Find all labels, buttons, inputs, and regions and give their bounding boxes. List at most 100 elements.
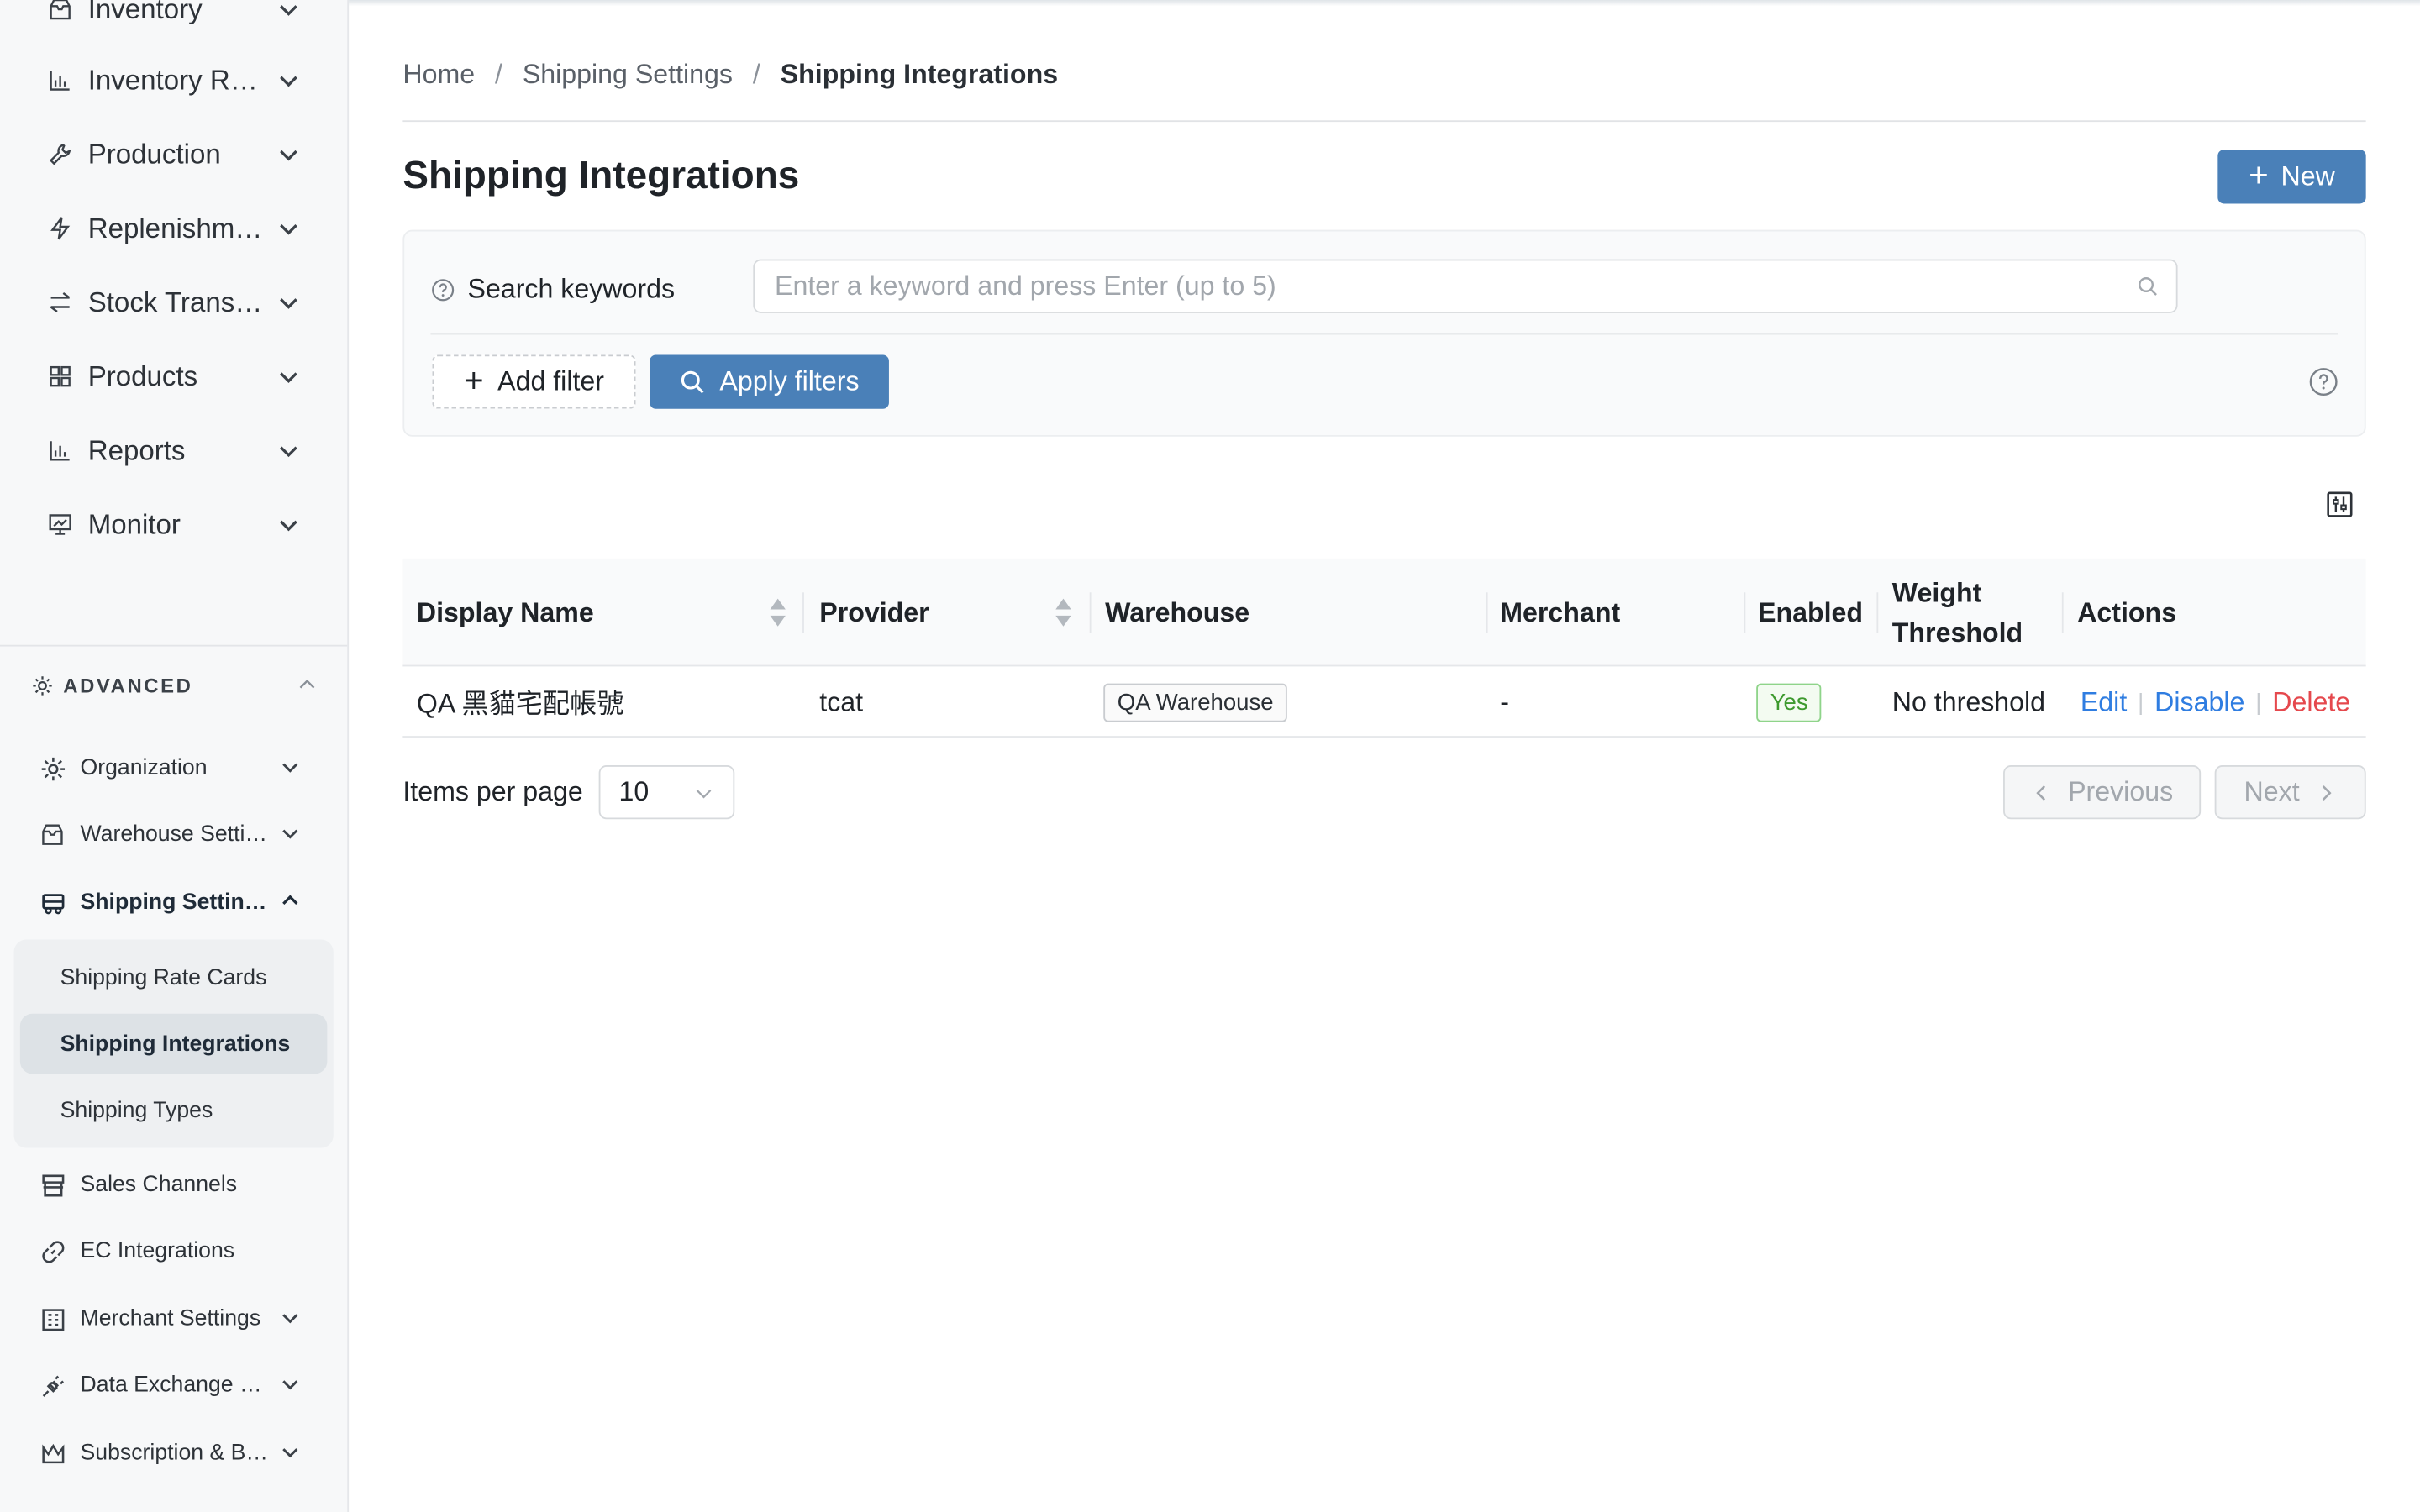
sidebar-item-label: Shipping Settings xyxy=(80,890,269,916)
link-icon xyxy=(39,1237,66,1265)
column-header-actions: Actions xyxy=(2077,559,2176,667)
submenu-item-shipping-integrations[interactable]: Shipping Integrations xyxy=(19,1013,328,1074)
sidebar-item-label: Sales Channels xyxy=(80,1172,238,1198)
page-title: Shipping Integrations xyxy=(402,154,800,198)
plus-icon: + xyxy=(2249,155,2269,194)
sidebar-item-stock-transfers[interactable]: Stock Transfers xyxy=(46,279,301,325)
disable-link[interactable]: Disable xyxy=(2154,685,2244,718)
column-header-weight-threshold: Weight Threshold xyxy=(1892,559,2023,667)
sidebar-item-merchant-settings[interactable]: Merchant Settings xyxy=(39,1299,301,1340)
sidebar-item-inventory[interactable]: Inventory xyxy=(46,0,301,33)
sidebar-item-subscription[interactable]: Subscription & Billing xyxy=(39,1433,301,1473)
cell-merchant: - xyxy=(1500,685,1509,717)
sidebar-item-replenishment[interactable]: Replenishment xyxy=(46,205,301,251)
sort-icon[interactable] xyxy=(769,597,787,628)
sidebar-item-products[interactable]: Products xyxy=(46,354,301,400)
column-header-enabled: Enabled xyxy=(1758,559,1863,667)
sidebar-item-monitor[interactable]: Monitor xyxy=(46,501,301,548)
sidebar-item-reports[interactable]: Reports xyxy=(46,428,301,474)
chevron-left-icon xyxy=(2036,785,2045,801)
chevron-down-icon xyxy=(280,223,297,235)
sidebar-item-ec-integrations[interactable]: EC Integrations xyxy=(39,1231,301,1272)
apply-filters-label: Apply filters xyxy=(719,365,860,397)
edit-link[interactable]: Edit xyxy=(2081,685,2127,718)
bar-chart-icon xyxy=(46,66,74,94)
submenu-item-shipping-rate-cards[interactable]: Shipping Rate Cards xyxy=(20,948,328,1008)
column-header-label: Provider xyxy=(819,596,929,628)
column-settings-icon[interactable] xyxy=(2326,491,2354,518)
advanced-section-header[interactable]: ADVANCED xyxy=(31,669,324,701)
sort-icon[interactable] xyxy=(1054,597,1072,628)
breadcrumb-current: Shipping Integrations xyxy=(780,58,1059,90)
next-button[interactable]: Next xyxy=(2214,765,2366,820)
crown-icon xyxy=(39,1440,66,1467)
sidebar-item-sales-channels[interactable]: Sales Channels xyxy=(39,1165,301,1205)
chevron-down-icon xyxy=(280,372,297,384)
sidebar-item-label: Inventory xyxy=(87,0,203,24)
sidebar-item-production[interactable]: Production xyxy=(46,131,301,177)
sidebar-item-label: Data Exchange Settings xyxy=(80,1373,269,1399)
items-per-page-select[interactable]: 10 xyxy=(598,765,735,820)
plus-icon: + xyxy=(463,360,484,399)
column-separator xyxy=(802,592,804,633)
pagination: Items per page 10 Previous Next xyxy=(402,765,2366,820)
cell-display-name: QA 黑貓宅配帳號 xyxy=(416,687,624,718)
search-keywords-label: Search keywords xyxy=(430,273,675,306)
new-button[interactable]: + New xyxy=(2217,150,2366,204)
column-header-display-name[interactable]: Display Name xyxy=(417,559,594,667)
lightning-icon xyxy=(46,214,74,242)
store-icon xyxy=(39,1171,66,1199)
table-header: Display Name Provider Warehouse Merchant xyxy=(402,558,2366,667)
chevron-down-icon xyxy=(696,790,712,799)
action-separator: | xyxy=(2255,689,2262,716)
plug-icon xyxy=(39,1372,66,1399)
sidebar-item-organization[interactable]: Organization xyxy=(39,748,301,789)
cell-provider: tcat xyxy=(819,685,864,717)
sidebar-item-label: Stock Transfers xyxy=(87,286,266,318)
filter-panel: Search keywords + Add filter Apply filte… xyxy=(402,229,2366,437)
add-filter-button[interactable]: + Add filter xyxy=(432,354,636,409)
sidebar-item-inventory-reports[interactable]: Inventory Reports xyxy=(46,57,301,103)
submenu-item-shipping-types[interactable]: Shipping Types xyxy=(20,1080,328,1141)
chevron-down-icon xyxy=(280,150,297,161)
filter-divider xyxy=(430,333,2338,335)
apply-filters-button[interactable]: Apply filters xyxy=(650,354,889,409)
sidebar-item-label: Reports xyxy=(87,434,186,465)
gear-icon xyxy=(33,675,52,695)
delete-link[interactable]: Delete xyxy=(2272,685,2350,718)
column-header-label: Weight xyxy=(1891,576,1982,608)
cell-actions: Edit | Disable | Delete xyxy=(2081,666,2350,737)
inbox-icon xyxy=(39,821,66,848)
chevron-right-icon xyxy=(2322,785,2332,801)
sidebar-item-shipping-settings[interactable]: Shipping Settings xyxy=(39,883,301,923)
column-header-label: Warehouse xyxy=(1105,596,1250,628)
wrench-icon xyxy=(46,140,74,168)
column-header-label: Enabled xyxy=(1758,596,1864,628)
chevron-down-icon xyxy=(282,829,298,839)
sidebar-item-label: Production xyxy=(87,138,221,170)
items-per-page-label: Items per page xyxy=(402,775,583,807)
breadcrumb-shipping-settings[interactable]: Shipping Settings xyxy=(523,59,733,92)
search-input[interactable] xyxy=(753,259,2178,313)
question-circle-icon xyxy=(432,278,455,301)
help-icon[interactable] xyxy=(2309,367,2338,396)
chevron-down-icon xyxy=(282,1448,298,1458)
chevron-up-icon xyxy=(299,679,315,689)
search-icon xyxy=(681,370,705,394)
submenu-item-label: Shipping Types xyxy=(60,1097,213,1123)
monitor-icon xyxy=(46,511,74,538)
chevron-down-icon xyxy=(280,520,297,532)
breadcrumb-separator: / xyxy=(752,58,760,90)
column-separator xyxy=(1486,592,1488,633)
column-header-provider[interactable]: Provider xyxy=(819,559,929,667)
shipping-settings-submenu: Shipping Rate Cards Shipping Integration… xyxy=(13,939,334,1148)
chevron-down-icon xyxy=(282,763,298,773)
chevron-down-icon xyxy=(282,1314,298,1324)
sidebar-item-data-exchange[interactable]: Data Exchange Settings xyxy=(39,1365,301,1405)
sidebar-item-label: Replenishment xyxy=(87,212,266,244)
previous-button[interactable]: Previous xyxy=(2003,765,2202,820)
advanced-label: ADVANCED xyxy=(63,673,193,697)
sidebar-item-warehouse-settings[interactable]: Warehouse Settings xyxy=(39,815,301,855)
sidebar-item-label: Monitor xyxy=(87,508,181,539)
breadcrumb-home[interactable]: Home xyxy=(402,59,475,92)
